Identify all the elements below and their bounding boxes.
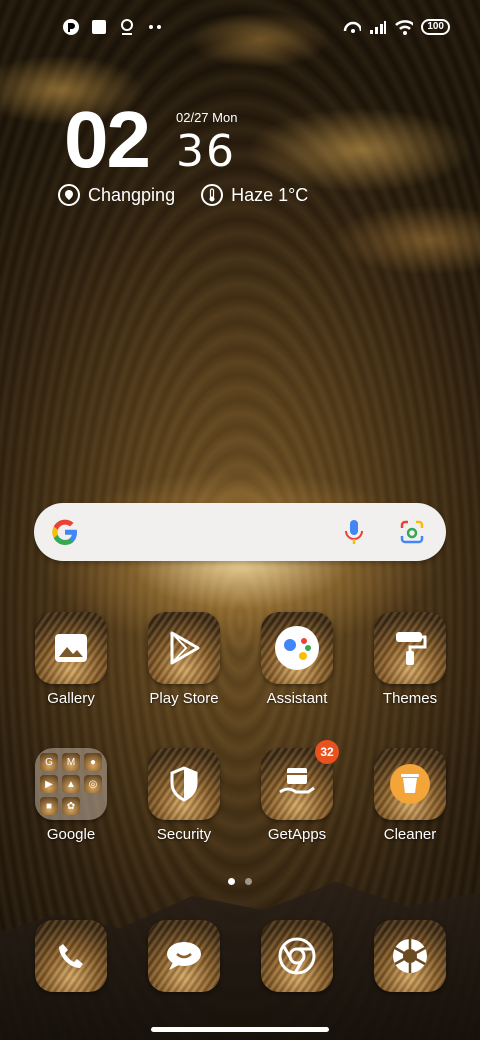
clock-hour: 02 — [64, 95, 151, 184]
clock-minute: 36 — [176, 126, 236, 177]
dock-chrome[interactable] — [247, 920, 347, 992]
dock-camera[interactable] — [360, 920, 460, 992]
app-label: Security — [156, 826, 212, 843]
assistant-icon — [261, 612, 333, 684]
app-assistant[interactable]: Assistant — [247, 612, 347, 707]
phone-icon — [35, 920, 107, 992]
battery-icon: 100 — [421, 19, 450, 35]
app-play-store[interactable]: Play Store — [134, 612, 234, 707]
chrome-mini-icon: ◎ — [84, 775, 102, 793]
dock-phone[interactable] — [21, 920, 121, 992]
more-dots-icon — [146, 18, 164, 36]
signal-icon — [369, 18, 387, 36]
page-dot — [245, 878, 252, 885]
google-search-bar[interactable] — [34, 503, 446, 561]
duo-mini-icon: ■ — [40, 797, 58, 815]
hotspot-icon — [343, 18, 362, 36]
getapps-icon: 32 — [261, 740, 339, 820]
shield-icon — [148, 748, 220, 820]
photos-mini-icon: ✿ — [62, 797, 80, 815]
folder-google[interactable]: G M ● ▶ ▲ ◎ ■ ✿ Google — [21, 748, 121, 843]
page-indicator — [228, 878, 252, 885]
app-themes[interactable]: Themes — [360, 612, 460, 707]
trash-icon — [374, 748, 446, 820]
app-cleaner[interactable]: Cleaner — [360, 748, 460, 843]
maps-mini-icon: ● — [84, 753, 102, 771]
microphone-icon[interactable] — [342, 518, 366, 546]
youtube-mini-icon: ▶ — [40, 775, 58, 793]
weather-row[interactable]: Changping Haze 1°C — [58, 184, 308, 206]
thermometer-icon — [201, 184, 224, 206]
google-icon — [52, 519, 77, 545]
messaging-icon — [148, 920, 220, 992]
drive-mini-icon: ▲ — [62, 775, 80, 793]
dock-messaging[interactable] — [134, 920, 234, 992]
app-label: GetApps — [267, 826, 327, 843]
gesture-home-bar[interactable] — [151, 1027, 329, 1032]
app-label: Cleaner — [383, 826, 437, 843]
play-store-icon — [148, 612, 220, 684]
weather-label: Haze 1°C — [231, 184, 309, 205]
app-label: Google — [46, 826, 96, 843]
app-security[interactable]: Security — [134, 748, 234, 843]
app-label: Assistant — [266, 690, 328, 707]
location-pin-icon — [118, 18, 136, 36]
page-dot-active — [228, 878, 235, 885]
google-mini-icon: G — [40, 753, 58, 771]
app-label: Play Store — [149, 690, 219, 707]
paint-roller-icon — [374, 612, 446, 684]
location-icon — [58, 184, 80, 206]
square-icon — [90, 18, 108, 36]
gmail-mini-icon: M — [62, 753, 80, 771]
lens-icon[interactable] — [398, 518, 426, 546]
camera-icon — [374, 920, 446, 992]
app-gallery[interactable]: Gallery — [21, 612, 121, 707]
app-label: Themes — [382, 690, 438, 707]
notification-app-icon — [62, 18, 80, 36]
clock-date: 02/27 Mon — [176, 110, 238, 125]
chrome-icon — [261, 920, 333, 992]
wifi-icon — [395, 18, 414, 36]
location-label: Changping — [88, 184, 176, 205]
status-bar: 100 — [0, 0, 480, 56]
notification-badge: 32 — [315, 740, 339, 764]
app-getapps[interactable]: 32 GetApps — [247, 740, 347, 843]
folder-icon: G M ● ▶ ▲ ◎ ■ ✿ — [35, 748, 107, 820]
gallery-icon — [35, 612, 107, 684]
app-label: Gallery — [47, 690, 95, 707]
